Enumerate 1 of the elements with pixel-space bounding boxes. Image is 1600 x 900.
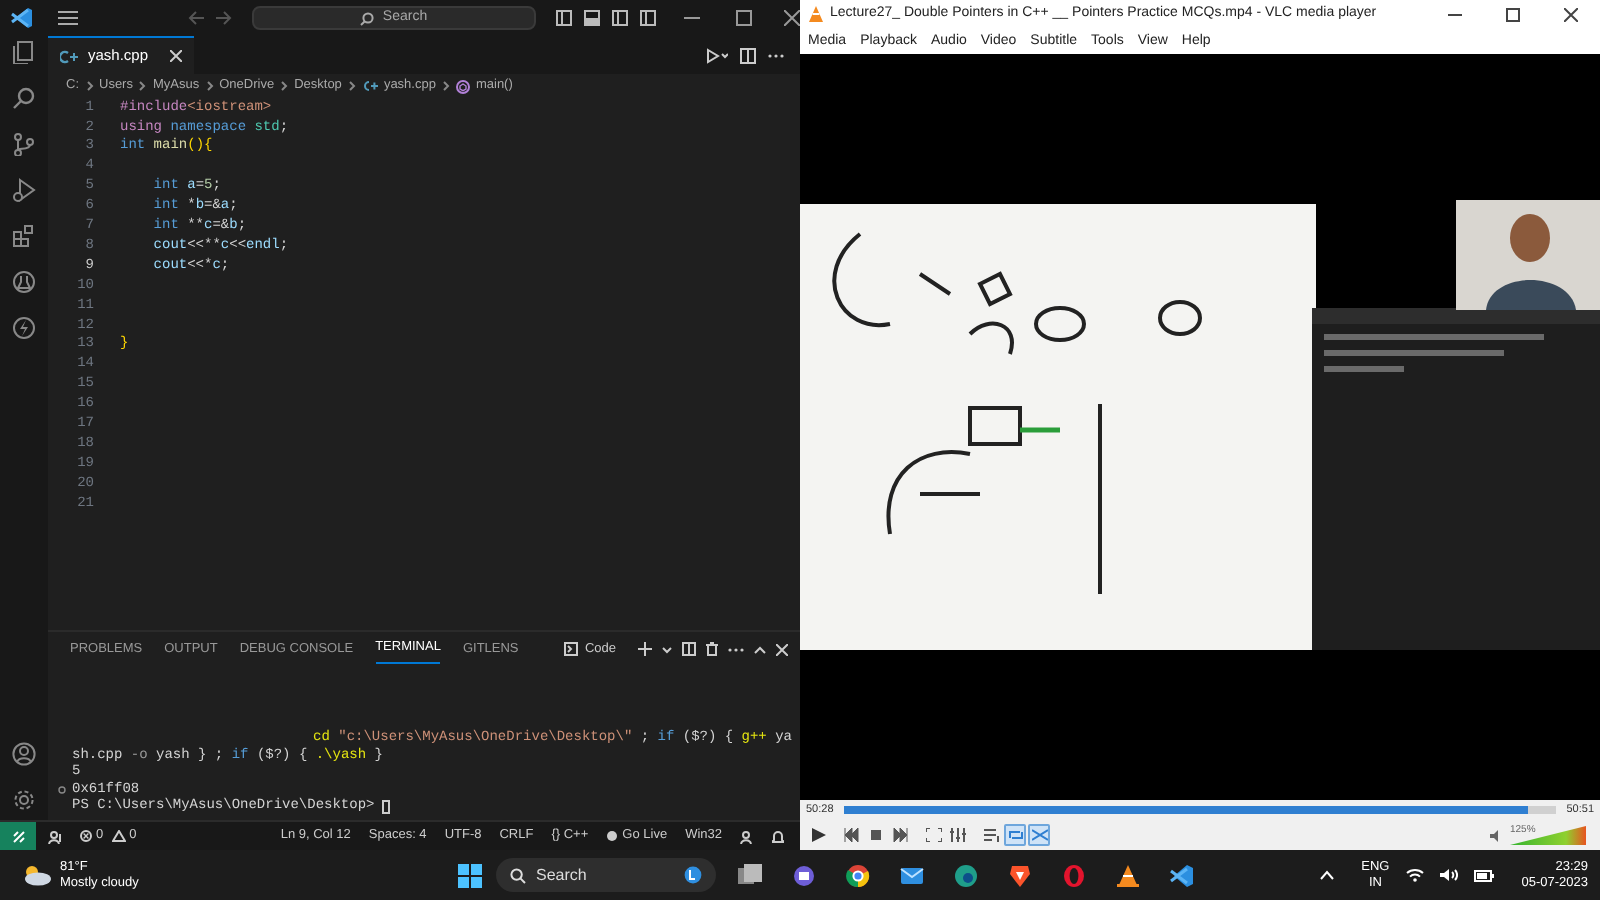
search-field[interactable]: Search	[496, 858, 716, 892]
